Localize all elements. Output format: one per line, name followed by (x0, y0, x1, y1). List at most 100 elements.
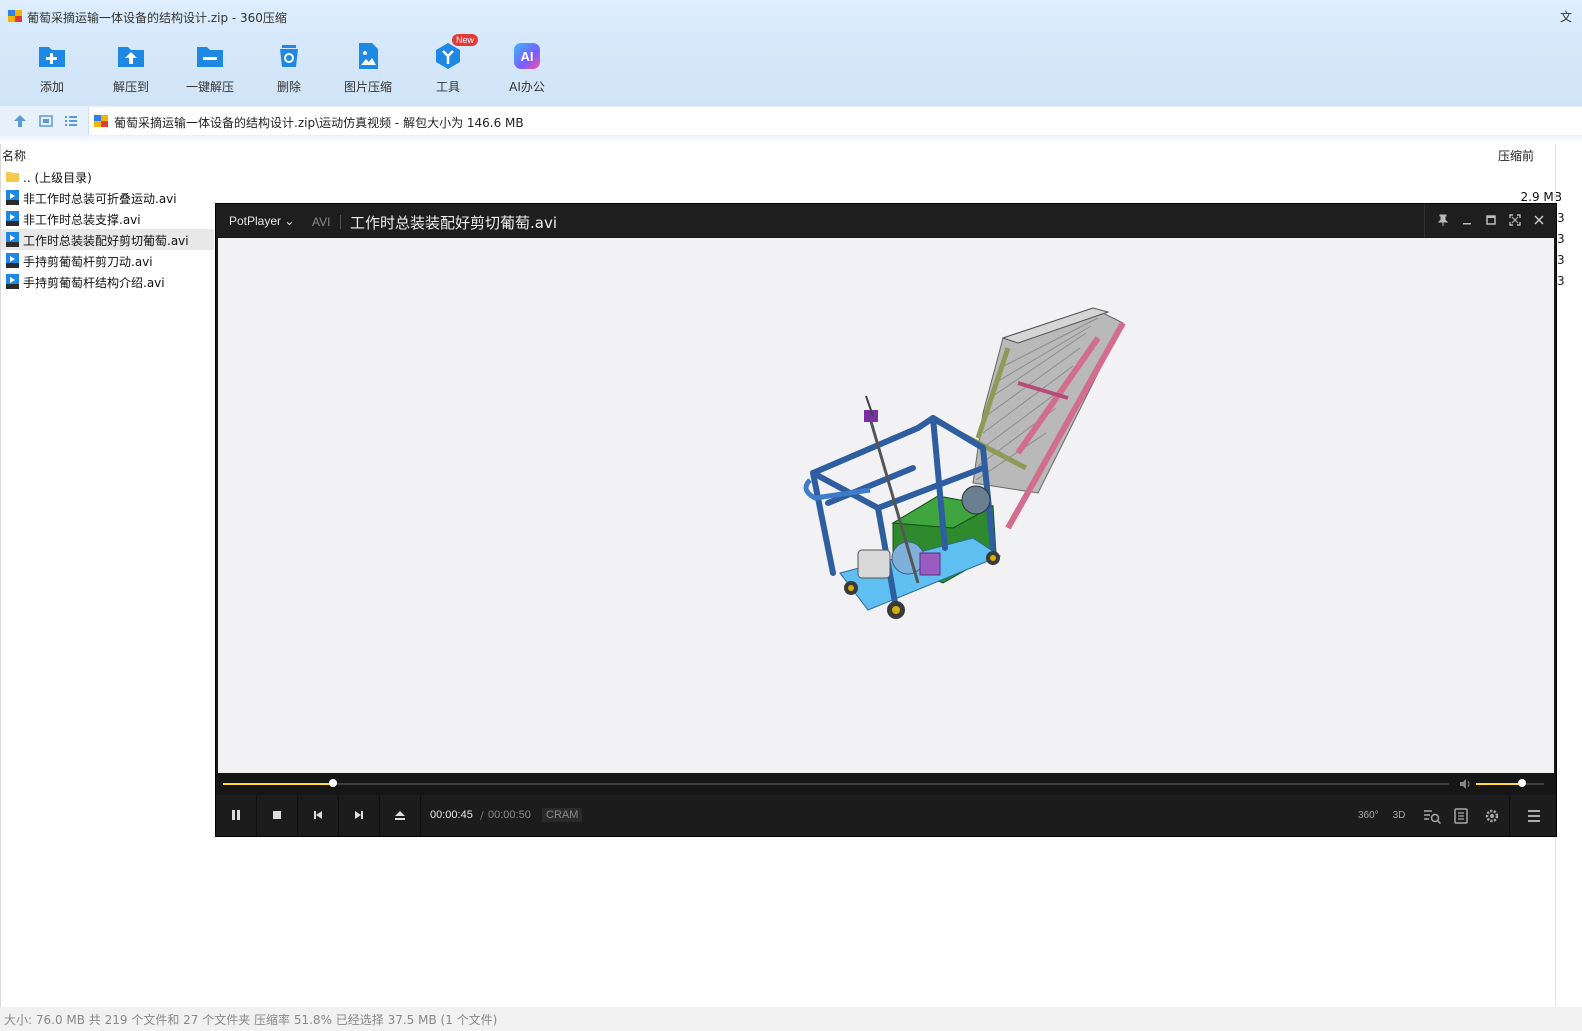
file-name: 非工作时总装支撑.avi (23, 213, 141, 227)
main-toolbar: 添加 解压到 一键解压 删除 图片压缩 New 工具 AI AI办公 (0, 32, 1582, 106)
next-icon (355, 811, 363, 819)
video-player-window[interactable]: PotPlayer ⌄ AVI 工作时总装装配好剪切葡萄.avi 00:00:4… (215, 203, 1557, 837)
tools-button[interactable]: New 工具 (408, 34, 488, 100)
close-icon[interactable] (1532, 213, 1546, 227)
minimize-icon[interactable] (1460, 213, 1474, 227)
list-item[interactable]: 手持剪葡萄杆结构介绍.avi (0, 271, 214, 292)
title-separator (340, 215, 341, 229)
new-badge: New (452, 34, 479, 46)
ai-office-label: AI办公 (509, 80, 545, 94)
extract-to-label: 解压到 (112, 80, 149, 94)
previous-icon (314, 811, 322, 819)
playing-file-name: 工作时总装装配好剪切葡萄.avi (350, 214, 558, 232)
fullscreen-icon[interactable] (1508, 213, 1522, 227)
window-controls (1424, 204, 1559, 237)
status-bar: 大小: 76.0 MB 共 219 个文件和 27 个文件夹 压缩率 51.8%… (0, 1007, 1582, 1031)
next-button[interactable] (339, 795, 380, 836)
folder-icon (6, 172, 19, 182)
time-separator: / (480, 809, 484, 822)
maximize-icon[interactable] (1484, 213, 1498, 227)
ai-icon-text: AI (521, 49, 534, 64)
zip-file-icon (94, 115, 108, 127)
current-time: 00:00:45 (430, 809, 473, 821)
list-view-icon[interactable] (63, 113, 79, 129)
avi-file-icon (6, 274, 19, 289)
extract-to-button[interactable]: 解压到 (91, 36, 171, 100)
video-frame[interactable] (218, 238, 1554, 773)
seek-row (216, 773, 1556, 795)
delete-label: 删除 (276, 80, 301, 94)
ai-office-button[interactable]: AI AI办公 (487, 36, 567, 100)
avi-file-icon (6, 253, 19, 268)
avi-file-icon (6, 211, 19, 226)
address-bar: 葡萄采摘运输一体设备的结构设计.zip\运动仿真视频 - 解包大小为 146.6… (0, 106, 1582, 136)
volume-slider[interactable] (1476, 779, 1544, 787)
archive-app-icon (8, 10, 22, 22)
3d-button[interactable]: 3D (1389, 807, 1409, 825)
status-text: 大小: 76.0 MB 共 219 个文件和 27 个文件夹 压缩率 51.8%… (4, 1013, 498, 1027)
list-item[interactable]: 非工作时总装可折叠运动.avi 2.9 MB (0, 187, 1562, 208)
delete-button[interactable]: 删除 (249, 36, 329, 100)
add-button[interactable]: 添加 (12, 36, 92, 100)
search-list-icon[interactable] (1422, 807, 1442, 825)
player-menu-button[interactable]: PotPlayer ⌄ (229, 214, 294, 228)
chevron-down-icon: ⌄ (284, 214, 295, 228)
seek-progress (223, 783, 334, 785)
file-name: 手持剪葡萄杆结构介绍.avi (23, 276, 165, 290)
settings-gear-icon[interactable] (1482, 807, 1502, 825)
seek-handle[interactable] (329, 779, 338, 787)
seek-bar[interactable] (223, 779, 1449, 787)
list-item[interactable]: 非工作时总装支撑.avi (0, 208, 214, 229)
window-title: 葡萄采摘运输一体设备的结构设计.zip - 360压缩 (27, 11, 287, 25)
list-item[interactable]: 手持剪葡萄杆剪刀动.avi (0, 250, 214, 271)
column-header-size-before[interactable]: 压缩前 (1498, 147, 1534, 164)
title-bar: 葡萄采摘运输一体设备的结构设计.zip - 360压缩 文 (0, 0, 1582, 32)
speaker-icon[interactable] (1458, 777, 1472, 791)
stop-icon (273, 811, 281, 819)
up-arrow-icon[interactable] (12, 113, 28, 129)
current-path: 葡萄采摘运输一体设备的结构设计.zip\运动仿真视频 - 解包大小为 146.6… (114, 116, 524, 130)
one-click-extract-button[interactable]: 一键解压 (170, 36, 250, 100)
stop-button[interactable] (257, 795, 298, 836)
total-time: 00:00:50 (488, 809, 531, 821)
menu-icon[interactable] (1524, 807, 1544, 825)
header-divider (0, 136, 1582, 144)
list-item-parent-dir[interactable]: .. (上级目录) (0, 166, 214, 187)
volume-level (1476, 783, 1523, 785)
image-compress-icon (359, 43, 378, 69)
eject-icon (395, 811, 405, 820)
pin-icon[interactable] (1436, 213, 1450, 227)
player-title-bar[interactable]: PotPlayer ⌄ AVI 工作时总装装配好剪切葡萄.avi (216, 204, 1556, 237)
file-size-partial: 3 (1557, 274, 1565, 288)
eject-button[interactable] (380, 795, 421, 836)
delete-icon (280, 45, 298, 67)
pause-button[interactable] (216, 795, 257, 836)
previous-button[interactable] (298, 795, 339, 836)
format-label: AVI (312, 215, 331, 229)
file-name: .. (上级目录) (23, 171, 92, 185)
extract-to-icon (118, 47, 144, 67)
file-name: 手持剪葡萄杆剪刀动.avi (23, 255, 153, 269)
codec-label[interactable]: CRAM (542, 808, 583, 822)
playlist-icon[interactable] (1451, 807, 1471, 825)
avi-file-icon (6, 232, 19, 247)
path-field[interactable]: 葡萄采摘运输一体设备的结构设计.zip\运动仿真视频 - 解包大小为 146.6… (88, 107, 1582, 135)
thumbnail-view-icon[interactable] (38, 113, 54, 129)
vr-360-button[interactable]: 360° (1358, 807, 1379, 825)
column-header-name[interactable]: 名称 (2, 147, 26, 164)
pane-border (0, 144, 1, 1007)
file-name: 非工作时总装可折叠运动.avi (23, 192, 177, 206)
image-compress-button[interactable]: 图片压缩 (328, 36, 408, 100)
cad-machine-render (803, 307, 1126, 619)
player-controls: 00:00:45 / 00:00:50 CRAM 360° 3D (216, 795, 1556, 836)
player-brand: PotPlayer (229, 214, 282, 228)
window-edge-text: 文 (1560, 10, 1573, 24)
pause-icon (232, 810, 240, 820)
volume-handle[interactable] (1518, 779, 1527, 787)
add-folder-icon (39, 47, 65, 67)
add-button-label: 添加 (39, 80, 64, 94)
conveyor-belt (972, 307, 1124, 494)
control-divider (1509, 795, 1510, 836)
list-item-selected[interactable]: 工作时总装装配好剪切葡萄.avi (0, 229, 214, 250)
one-click-extract-label: 一键解压 (185, 80, 234, 94)
